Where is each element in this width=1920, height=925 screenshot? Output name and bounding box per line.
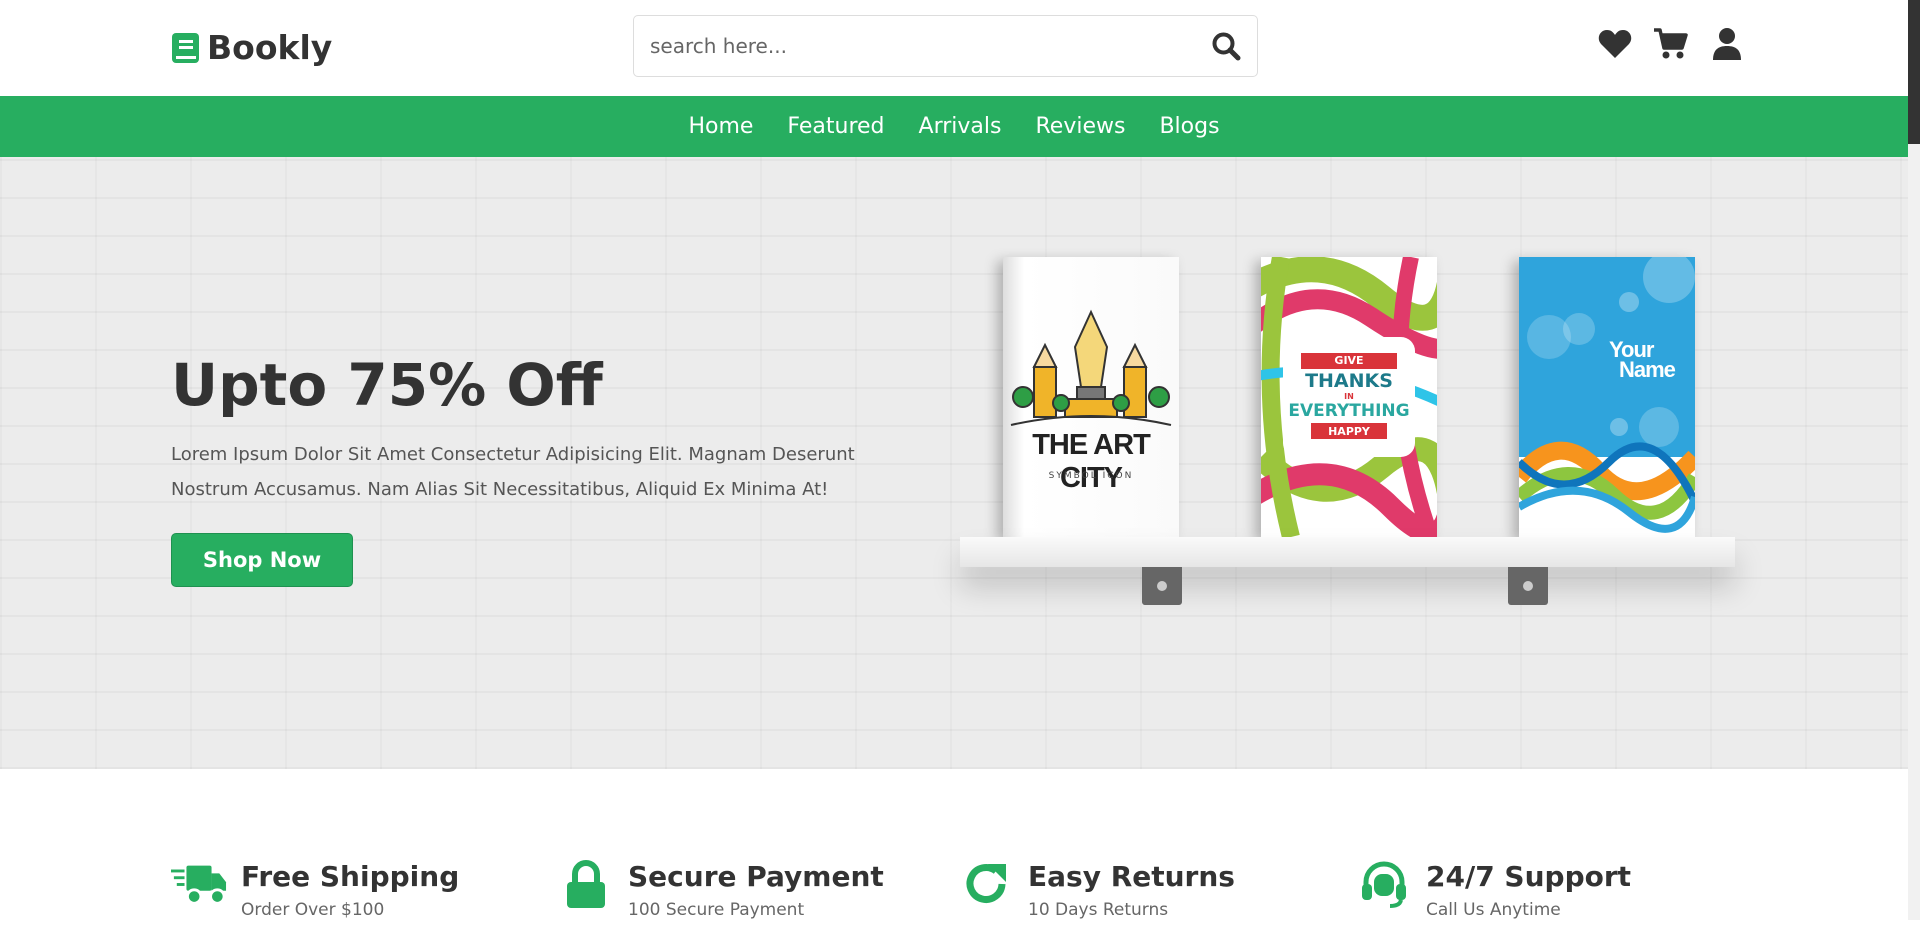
nav-arrivals[interactable]: Arrivals [919,114,1002,139]
shelf-board [960,537,1735,567]
book-your-name[interactable]: Your Name [1519,257,1695,537]
main-nav: Home Featured Arrivals Reviews Blogs [0,96,1908,157]
book-art-city[interactable]: THE ART CITY SYMBOL ICON [1003,257,1179,537]
cart-button[interactable] [1653,26,1689,62]
feature-title: 24/7 Support [1426,860,1632,893]
header: Bookly [0,0,1908,96]
book-shelf: THE ART CITY SYMBOL ICON GIVE THANKS IN … [960,257,1740,677]
hero-section: Upto 75% Off Lorem Ipsum Dolor Sit Amet … [0,157,1908,769]
nav-home[interactable]: Home [688,114,753,139]
cart-icon [1654,28,1688,59]
pen-pencils-illustration [1010,309,1172,426]
book-line-name: Name [1619,357,1676,382]
feature-text: 100 Secure Payment [628,900,805,920]
feature-title: Secure Payment [628,860,884,893]
logo[interactable]: Bookly [171,28,332,67]
features-section: Free Shipping Order Over $100 Secure Pay… [0,769,1908,920]
wishlist-button[interactable] [1597,26,1633,62]
feature-title: Easy Returns [1028,860,1235,893]
redo-icon [966,864,1006,903]
lock-icon [567,860,605,908]
user-icon [1713,28,1741,60]
book-line-everything: EVERYTHING [1288,401,1410,421]
nav-blogs[interactable]: Blogs [1159,114,1219,139]
book-icon [172,32,199,63]
feature-text: 10 Days Returns [1028,900,1169,920]
feature-support: 24/7 Support Call Us Anytime [1356,859,1631,925]
scrollbar-thumb[interactable] [1908,0,1920,144]
account-button[interactable] [1709,26,1745,62]
feature-easy-returns: Easy Returns 10 Days Returns [958,859,1235,925]
nav-featured[interactable]: Featured [787,114,884,139]
feature-secure-payment: Secure Payment 100 Secure Payment [558,859,884,925]
hero-title: Upto 75% Off [171,351,603,419]
book-line-thanks: THANKS [1305,370,1393,392]
shelf-bracket-right [1508,567,1548,605]
header-icons [1597,26,1745,62]
book-give-thanks[interactable]: GIVE THANKS IN EVERYTHING HAPPY [1261,257,1437,537]
shop-now-button[interactable]: Shop Now [171,533,353,587]
search-button[interactable] [1195,15,1257,77]
book-line-happy: HAPPY [1328,425,1370,438]
logo-text: Bookly [207,28,333,67]
book-title: THE ART CITY [1032,429,1151,494]
scrollbar[interactable] [1908,0,1920,920]
truck-icon [171,865,227,905]
shelf-bracket-left [1142,567,1182,605]
heart-icon [1598,30,1632,58]
feature-free-shipping: Free Shipping Order Over $100 [171,859,459,925]
headset-icon [1362,861,1406,908]
feature-title: Free Shipping [241,860,460,893]
feature-text: Order Over $100 [241,900,385,920]
hero-text: Lorem Ipsum Dolor Sit Amet Consectetur A… [171,444,855,500]
book-line-in: IN [1344,392,1354,401]
nav-reviews[interactable]: Reviews [1035,114,1125,139]
book-line-give: GIVE [1334,354,1364,367]
book-subtitle: SYMBOL ICON [1048,471,1134,481]
feature-text: Call Us Anytime [1426,900,1561,920]
search-input[interactable] [634,16,1195,76]
search-form [633,15,1258,77]
bubble-wave-pattern [1519,257,1695,537]
search-icon [1212,32,1241,61]
